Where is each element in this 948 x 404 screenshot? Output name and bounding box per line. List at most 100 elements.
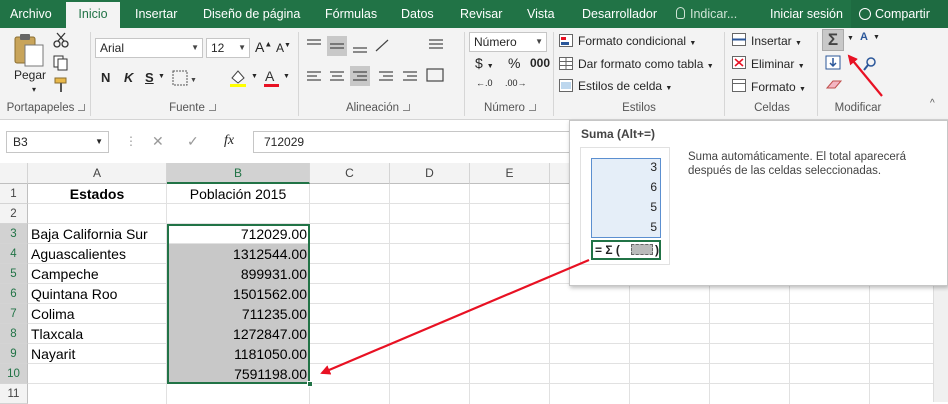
tell-me-box[interactable]: Indicar... (676, 0, 737, 28)
clear-icon[interactable] (825, 78, 845, 92)
cell-a7[interactable]: Colima (31, 304, 167, 324)
cancel-icon[interactable]: ✕ (152, 133, 164, 150)
cell-a6[interactable]: Quintana Roo (31, 284, 167, 304)
cell-a4[interactable]: Aguascalientes (31, 244, 167, 264)
delete-cells-button[interactable]: Eliminar ▼ (751, 57, 805, 71)
vertical-scrollbar[interactable] (933, 283, 948, 402)
sort-filter-icon[interactable]: A (860, 31, 868, 43)
copy-icon[interactable] (53, 55, 69, 71)
row-header[interactable]: 2 (0, 204, 28, 224)
collapse-ribbon-icon[interactable]: ^ (930, 98, 935, 109)
cell-a8[interactable]: Tlaxcala (31, 324, 167, 344)
grow-font-icon[interactable]: A▲ (255, 39, 272, 55)
column-header-d[interactable]: D (390, 163, 470, 184)
format-cells-icon[interactable] (732, 79, 747, 93)
column-header-a[interactable]: A (28, 163, 167, 184)
autosum-dropdown-arrow[interactable]: ▼ (847, 35, 854, 42)
chevron-down-icon[interactable]: ▼ (251, 73, 258, 80)
tab-inicio[interactable]: Inicio (66, 2, 120, 28)
cell-styles-button[interactable]: Estilos de celda ▼ (578, 79, 672, 93)
column-header-c[interactable]: C (310, 163, 390, 184)
percent-icon[interactable]: % (508, 55, 520, 71)
cell-b10[interactable]: 7591198.00 (167, 364, 307, 384)
launcher-icon[interactable] (403, 104, 411, 111)
shrink-font-icon[interactable]: A▼ (276, 41, 291, 55)
row-header[interactable]: 6 (0, 284, 28, 304)
row-header[interactable]: 3 (0, 224, 28, 244)
italic-button[interactable]: K (124, 70, 133, 85)
tab-vista[interactable]: Vista (527, 0, 555, 28)
format-table-button[interactable]: Dar formato como tabla ▼ (578, 57, 714, 71)
cell-a9[interactable]: Nayarit (31, 344, 167, 364)
insert-cells-icon[interactable] (732, 33, 747, 47)
enter-icon[interactable]: ✓ (187, 133, 199, 150)
select-all-corner[interactable] (0, 163, 28, 184)
row-header[interactable]: 9 (0, 344, 28, 364)
chevron-down-icon[interactable]: ▼ (158, 73, 165, 80)
delete-cells-icon[interactable] (732, 56, 747, 70)
format-painter-icon[interactable] (53, 77, 69, 93)
chevron-down-icon[interactable]: ▼ (283, 73, 290, 80)
tab-diseno[interactable]: Diseño de página (203, 0, 300, 28)
cell-b1[interactable]: Población 2015 (167, 184, 310, 204)
insert-function-icon[interactable]: fx (224, 133, 234, 149)
alignment-buttons[interactable] (303, 36, 463, 92)
cell-b8[interactable]: 1272847.00 (167, 324, 307, 344)
cell-b3[interactable]: 712029.00 (167, 224, 307, 244)
row-header[interactable]: 7 (0, 304, 28, 324)
font-color-icon[interactable]: A (262, 68, 282, 88)
cell-a3[interactable]: Baja California Sur (31, 224, 167, 244)
font-size-select[interactable]: 12 ▼ (206, 38, 250, 58)
cell-b9[interactable]: 1181050.00 (167, 344, 307, 364)
paste-icon[interactable] (12, 32, 46, 68)
cell-a5[interactable]: Campeche (31, 264, 167, 284)
number-format-select[interactable]: Número ▼ (469, 32, 547, 52)
launcher-icon[interactable] (528, 104, 536, 111)
cut-icon[interactable] (53, 32, 69, 48)
conditional-format-icon[interactable] (559, 34, 574, 48)
tab-formulas[interactable]: Fórmulas (325, 0, 377, 28)
comma-style-icon[interactable]: 000 (530, 56, 550, 70)
row-header[interactable]: 1 (0, 184, 28, 204)
paste-dropdown-arrow[interactable]: ▾ (32, 85, 36, 94)
cell-b7[interactable]: 711235.00 (167, 304, 307, 324)
share-button[interactable]: Compartir (851, 0, 948, 28)
find-select-icon[interactable] (862, 56, 878, 72)
fill-handle[interactable] (307, 381, 313, 387)
row-header[interactable]: 11 (0, 384, 28, 404)
cell-b6[interactable]: 1501562.00 (167, 284, 307, 304)
cell-a1[interactable]: Estados (28, 184, 167, 204)
cell-b4[interactable]: 1312544.00 (167, 244, 307, 264)
launcher-icon[interactable] (208, 104, 216, 111)
row-header[interactable]: 8 (0, 324, 28, 344)
format-cells-button[interactable]: Formato ▼ (751, 80, 806, 94)
conditional-format-button[interactable]: Formato condicional ▼ (578, 34, 696, 48)
row-header[interactable]: 5 (0, 264, 28, 284)
tab-archivo[interactable]: Archivo (10, 0, 52, 28)
sign-in-link[interactable]: Iniciar sesión (770, 0, 843, 28)
autosum-icon[interactable]: Σ (822, 29, 844, 51)
fill-color-icon[interactable] (228, 68, 252, 88)
column-header-b[interactable]: B (167, 163, 310, 184)
tab-revisar[interactable]: Revisar (460, 0, 502, 28)
row-header[interactable]: 10 (0, 364, 28, 384)
fill-down-icon[interactable] (825, 55, 843, 71)
format-table-icon[interactable] (559, 57, 574, 71)
decrease-decimal-icon[interactable]: .00→ (505, 78, 527, 88)
insert-cells-button[interactable]: Insertar ▼ (751, 34, 802, 48)
cell-b5[interactable]: 899931.00 (167, 264, 307, 284)
bold-button[interactable]: N (101, 70, 110, 85)
name-box[interactable]: B3 ▼ (6, 131, 109, 153)
tab-desarrollador[interactable]: Desarrollador (582, 0, 657, 28)
row-header[interactable]: 4 (0, 244, 28, 264)
column-header-e[interactable]: E (470, 163, 550, 184)
tab-datos[interactable]: Datos (401, 0, 434, 28)
font-name-select[interactable]: Arial ▼ (95, 38, 203, 58)
launcher-icon[interactable] (78, 104, 86, 111)
increase-decimal-icon[interactable]: ←.0 (476, 78, 493, 88)
chevron-down-icon[interactable]: ▼ (873, 34, 880, 41)
underline-button[interactable]: S (145, 70, 154, 85)
currency-icon[interactable]: $ ▼ (475, 55, 494, 71)
cell-styles-icon[interactable] (559, 79, 574, 93)
tab-insertar[interactable]: Insertar (135, 0, 177, 28)
